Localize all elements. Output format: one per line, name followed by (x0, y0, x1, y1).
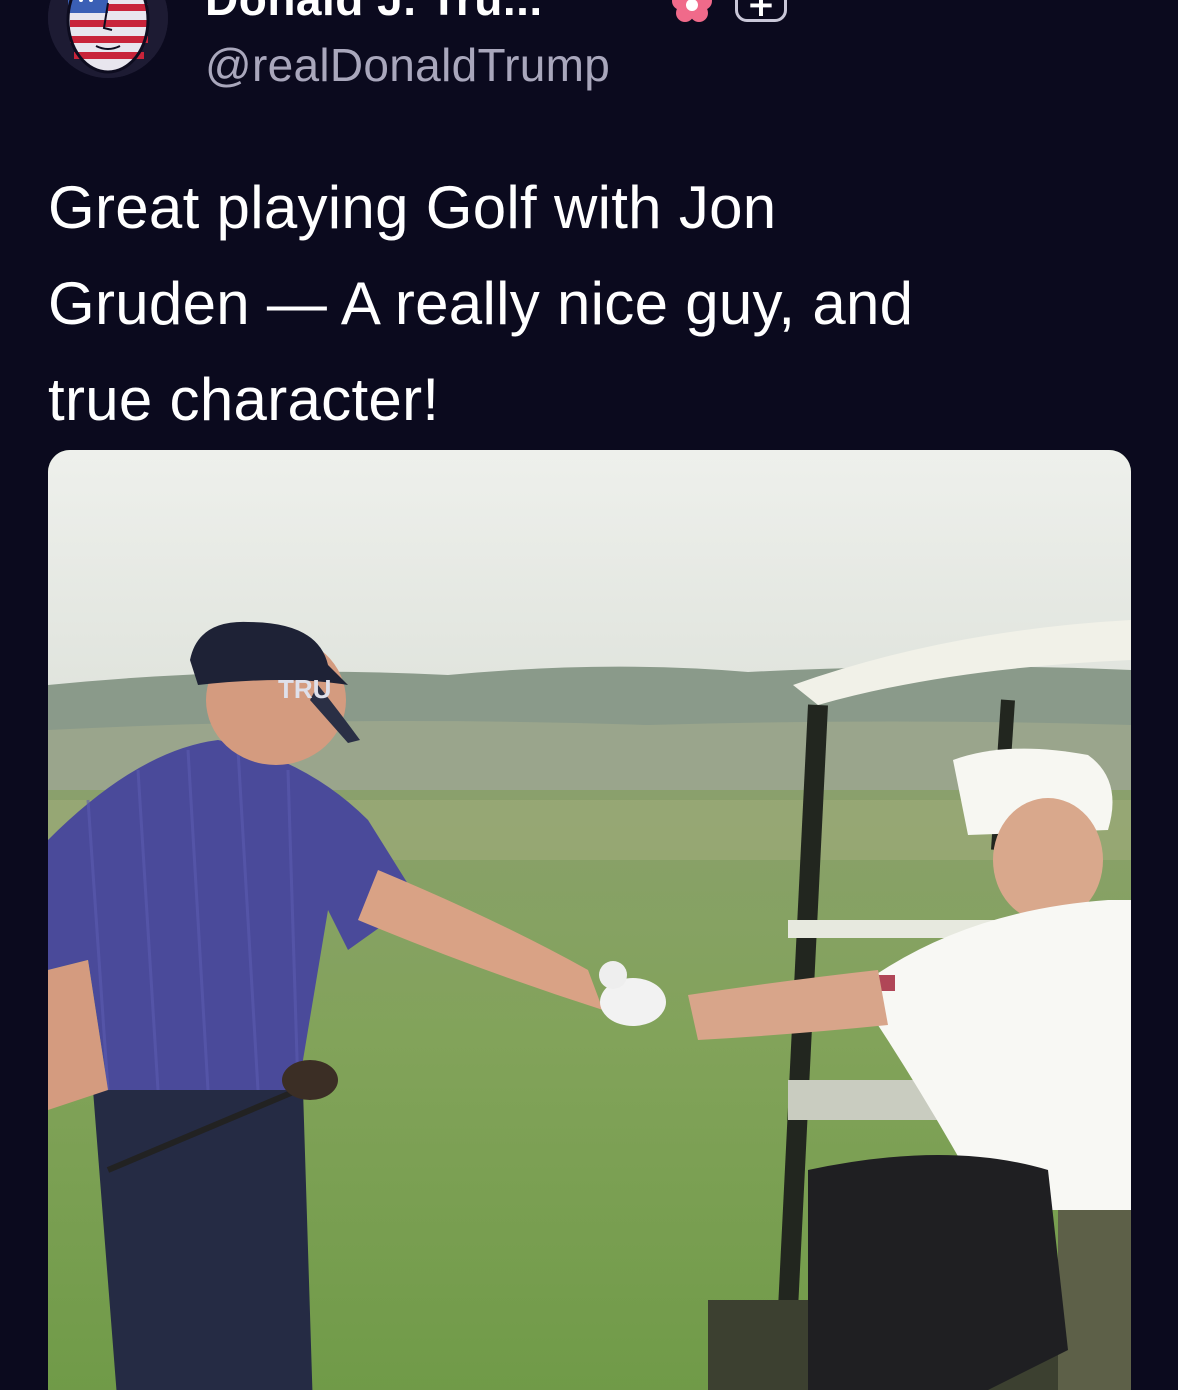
follow-button[interactable]: + (735, 0, 787, 25)
post-text: Great playing Golf with Jon Gruden — A r… (48, 174, 914, 433)
author-handle[interactable]: @realDonaldTrump (205, 38, 610, 92)
author-display-name[interactable]: Donald J. Tru... (205, 0, 543, 26)
avatar[interactable] (48, 0, 168, 78)
post: Donald J. Tru... + @realDonaldTrump Grea… (0, 0, 1178, 1390)
flag-face-avatar-icon (48, 0, 168, 78)
plus-icon: + (746, 0, 776, 25)
golf-photo-illustration: TRU (48, 450, 1131, 1390)
flower-badge-icon (663, 0, 721, 24)
cap-text: TRU (278, 674, 331, 704)
post-photo[interactable]: TRU (48, 450, 1131, 1390)
